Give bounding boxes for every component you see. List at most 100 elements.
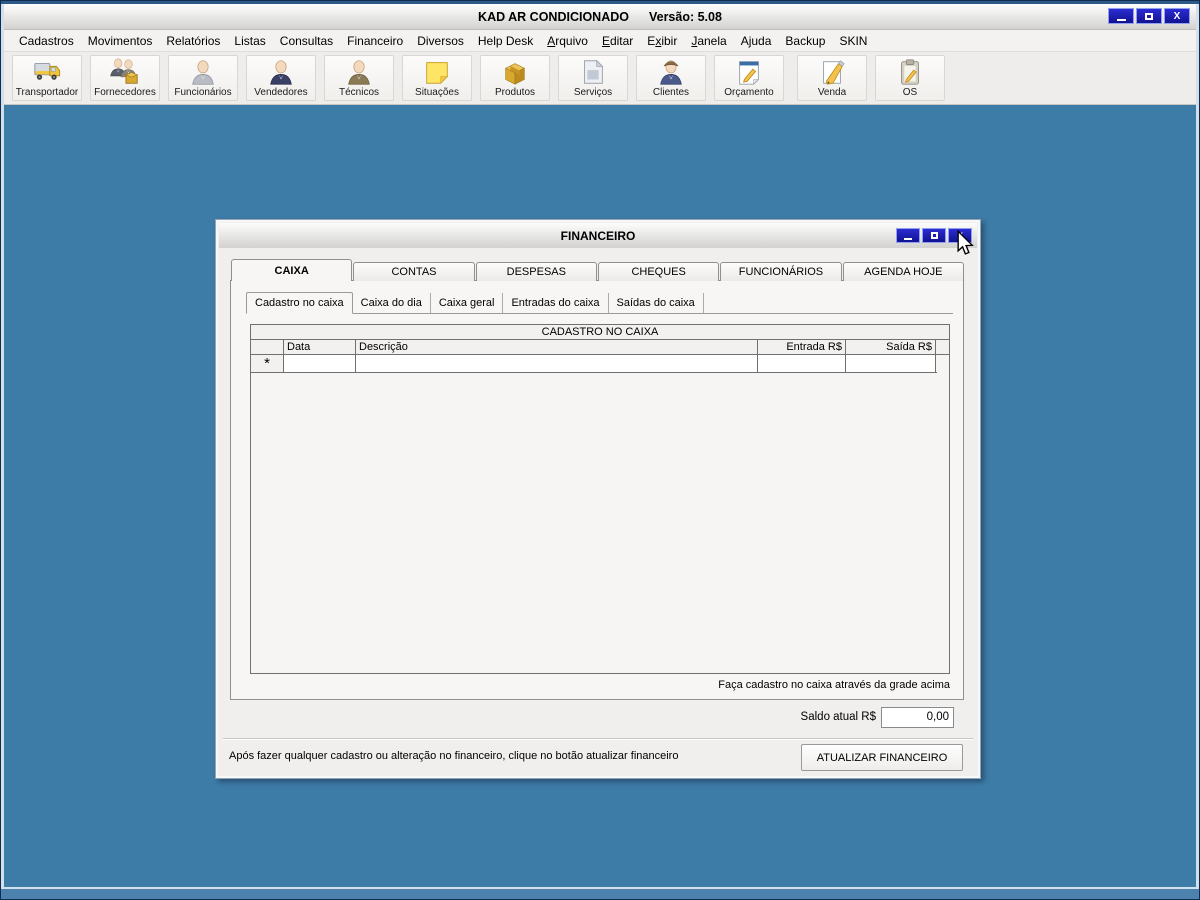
tab-contas[interactable]: CONTAS	[353, 262, 474, 281]
minimize-button[interactable]	[896, 228, 920, 243]
minimize-button[interactable]	[1108, 8, 1134, 24]
financeiro-title: FINANCEIRO	[561, 229, 636, 243]
maximize-button[interactable]	[922, 228, 946, 243]
minimize-icon	[1117, 19, 1126, 21]
toolbar-button-label: Venda	[818, 87, 846, 98]
subtab-caixa-geral[interactable]: Caixa geral	[431, 293, 504, 313]
toolbar-button-vendedores[interactable]: Vendedores	[246, 55, 316, 101]
grid-cell-data[interactable]	[284, 355, 356, 372]
toolbar: Transportador Fornecedores Funcionários Ven…	[4, 52, 1196, 105]
toolbar-button-fornecedores[interactable]: Fornecedores	[90, 55, 160, 101]
grid-header-filler	[936, 340, 949, 354]
budget-icon	[734, 57, 764, 87]
tab-agenda-hoje[interactable]: AGENDA HOJE	[843, 262, 964, 281]
grid-column-header-saida-r: Saída R$	[846, 340, 936, 354]
maximize-icon	[931, 232, 938, 239]
separator-line	[223, 738, 973, 740]
menu-item-backup[interactable]: Backup	[778, 31, 832, 51]
window-frame-top	[1, 1, 1199, 4]
menu-item-consultas[interactable]: Consultas	[273, 31, 340, 51]
employee-icon	[188, 57, 218, 87]
toolbar-button-label: Orçamento	[724, 87, 773, 98]
maximize-button[interactable]	[1136, 8, 1162, 24]
toolbar-button-label: Situações	[415, 87, 459, 98]
app-title: KAD AR CONDICIONADO	[478, 10, 629, 24]
toolbar-button-servicos[interactable]: Serviços	[558, 55, 628, 101]
grid-hint-text: Faça cadastro no caixa através da grade …	[718, 679, 950, 691]
financeiro-titlebar[interactable]: FINANCEIRO X	[219, 223, 977, 248]
subtab-entradas-do-caixa[interactable]: Entradas do caixa	[503, 293, 608, 313]
toolbar-button-label: Serviços	[574, 87, 612, 98]
toolbar-button-label: Vendedores	[254, 87, 307, 98]
window-frame-bottom	[1, 887, 1199, 899]
toolbar-button-produtos[interactable]: Produtos	[480, 55, 550, 101]
menu-item-skin[interactable]: SKIN	[832, 31, 874, 51]
tab-cheques[interactable]: CHEQUES	[598, 262, 719, 281]
footer-hint-text: Após fazer qualquer cadastro ou alteraçã…	[229, 750, 678, 762]
toolbar-button-label: Fornecedores	[94, 87, 156, 98]
window-frame-left	[1, 4, 4, 887]
menu-item-exibir[interactable]: Exibir	[640, 31, 684, 51]
saldo-atual-label: Saldo atual R$	[801, 711, 876, 723]
menu-item-ajuda[interactable]: Ajuda	[734, 31, 779, 51]
menu-bar: CadastrosMovimentosRelatóriosListasConsu…	[4, 30, 1196, 52]
grid-cell-saida-r[interactable]	[846, 355, 936, 372]
menu-item-relatorios[interactable]: Relatórios	[159, 31, 227, 51]
grid-column-header-entrada-r: Entrada R$	[758, 340, 846, 354]
toolbar-button-venda[interactable]: Venda	[797, 55, 867, 101]
menu-item-financeiro[interactable]: Financeiro	[340, 31, 410, 51]
menu-item-arquivo[interactable]: Arquivo	[540, 31, 595, 51]
menu-item-movimentos[interactable]: Movimentos	[81, 31, 160, 51]
toolbar-button-clientes[interactable]: Clientes	[636, 55, 706, 101]
minimize-icon	[904, 238, 912, 240]
grid-cell-entrada-r[interactable]	[758, 355, 846, 372]
toolbar-button-transportador[interactable]: Transportador	[12, 55, 82, 101]
toolbar-button-label: Produtos	[495, 87, 535, 98]
menu-item-help-desk[interactable]: Help Desk	[471, 31, 540, 51]
window-frame-right	[1196, 4, 1199, 887]
toolbar-button-label: OS	[903, 87, 917, 98]
toolbar-button-funcionarios[interactable]: Funcionários	[168, 55, 238, 101]
app-window-controls: X	[1108, 8, 1190, 24]
subtab-caixa-do-dia[interactable]: Caixa do dia	[353, 293, 431, 313]
app-titlebar[interactable]: KAD AR CONDICIONADO Versão: 5.08 X	[4, 4, 1196, 30]
mouse-cursor-icon	[956, 230, 975, 261]
menu-item-cadastros[interactable]: Cadastros	[12, 31, 81, 51]
sticky-note-icon	[422, 57, 452, 87]
grid-column-header-data: Data	[284, 340, 356, 354]
caixa-subtabs: Cadastro no caixaCaixa do diaCaixa geral…	[246, 291, 953, 314]
financeiro-window: FINANCEIRO X CAIXACONTASDESPESASCHEQUESF…	[215, 219, 981, 779]
new-record-marker: *	[264, 355, 270, 372]
box-icon	[500, 57, 530, 87]
tab-despesas[interactable]: DESPESAS	[476, 262, 597, 281]
toolbar-button-tecnicos[interactable]: Técnicos	[324, 55, 394, 101]
grid-header-row: DataDescriçãoEntrada R$Saída R$	[251, 340, 949, 355]
menu-item-editar[interactable]: Editar	[595, 31, 640, 51]
subtab-saidas-do-caixa[interactable]: Saídas do caixa	[609, 293, 704, 313]
toolbar-button-orcamento[interactable]: Orçamento	[714, 55, 784, 101]
financeiro-tabs: CAIXACONTASDESPESASCHEQUESFUNCIONÁRIOSAG…	[231, 259, 964, 281]
tab-caixa[interactable]: CAIXA	[231, 259, 352, 281]
suppliers-icon	[110, 57, 140, 87]
atualizar-financeiro-button[interactable]: ATUALIZAR FINANCEIRO	[801, 744, 963, 771]
pencil-page-icon	[817, 57, 847, 87]
client-icon	[656, 57, 686, 87]
app-version: Versão: 5.08	[649, 10, 722, 24]
close-button[interactable]: X	[1164, 8, 1190, 24]
grid-header-selector	[251, 340, 284, 354]
menu-item-listas[interactable]: Listas	[227, 31, 272, 51]
menu-item-diversos[interactable]: Diversos	[410, 31, 471, 51]
saldo-atual-field[interactable]: 0,00	[881, 707, 954, 728]
document-icon	[578, 57, 608, 87]
toolbar-button-label: Clientes	[653, 87, 689, 98]
tab-funcionarios[interactable]: FUNCIONÁRIOS	[720, 262, 841, 281]
toolbar-button-os[interactable]: OS	[875, 55, 945, 101]
tabpage-caixa: Cadastro no caixaCaixa do diaCaixa geral…	[230, 280, 964, 700]
app-chrome: KAD AR CONDICIONADO Versão: 5.08 X Cadas…	[4, 4, 1196, 105]
grid-row-selector: *	[251, 355, 284, 372]
truck-icon	[32, 57, 62, 87]
menu-item-janela[interactable]: Janela	[684, 31, 733, 51]
subtab-cadastro-no-caixa[interactable]: Cadastro no caixa	[246, 292, 353, 314]
grid-cell-descricao[interactable]	[356, 355, 758, 372]
toolbar-button-situacoes[interactable]: Situações	[402, 55, 472, 101]
